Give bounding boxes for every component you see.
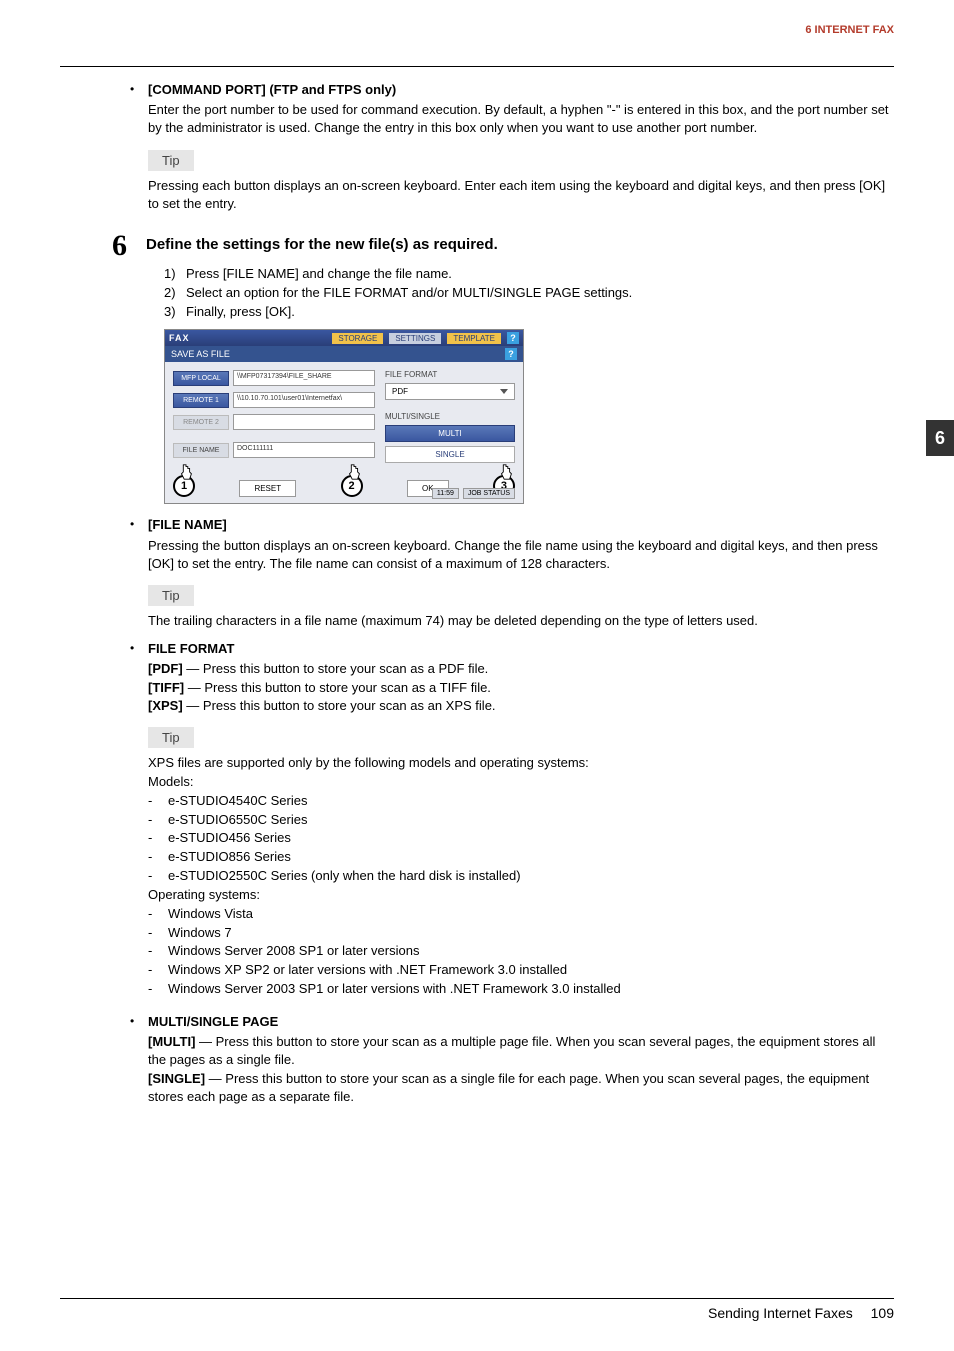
tiff-label: [TIFF] <box>148 680 184 695</box>
chevron-down-icon <box>500 389 508 394</box>
dash: - <box>148 961 164 980</box>
multi-body: — Press this button to store your scan a… <box>148 1034 875 1067</box>
tip3-os-label: Operating systems: <box>148 886 894 905</box>
remote1-button[interactable]: REMOTE 1 <box>173 393 229 408</box>
substep-3: Finally, press [OK]. <box>186 303 295 322</box>
pdf-body: — Press this button to store your scan a… <box>183 661 489 676</box>
time-display: 11:59 <box>432 488 459 499</box>
multi-single-title: MULTI/SINGLE PAGE <box>148 1014 278 1029</box>
command-port-title: [COMMAND PORT] (FTP and FTPS only) <box>148 82 396 97</box>
hand-pointer-icon <box>497 463 515 481</box>
fax-title: FAX <box>169 333 190 343</box>
dash: - <box>148 811 164 830</box>
remote1-path[interactable]: \\10.10.70.101\user01\Internetfax\ <box>233 392 375 408</box>
template-tab[interactable]: TEMPLATE <box>447 333 501 344</box>
callout-2: 2 <box>341 475 363 497</box>
footer-page-number: 109 <box>871 1305 894 1321</box>
os-item: Windows Server 2008 SP1 or later version… <box>164 942 419 961</box>
step6-title: Define the settings for the new file(s) … <box>146 231 498 255</box>
embedded-screenshot: FAX STORAGE SETTINGS TEMPLATE ? SAVE AS … <box>164 329 894 504</box>
file-name-body: Pressing the button displays an on-scree… <box>148 537 894 573</box>
file-name-field[interactable]: DOC111111 <box>233 442 375 458</box>
tip2-body: The trailing characters in a file name (… <box>148 612 894 630</box>
page-footer: Sending Internet Faxes 109 <box>60 1298 894 1321</box>
single-label: [SINGLE] <box>148 1071 205 1086</box>
dash: - <box>148 924 164 943</box>
help-icon[interactable]: ? <box>505 348 517 360</box>
mfp-local-button[interactable]: MFP LOCAL <box>173 371 229 386</box>
multi-label: [MULTI] <box>148 1034 195 1049</box>
tiff-body: — Press this button to store your scan a… <box>184 680 491 695</box>
header-section: 6 INTERNET FAX <box>60 20 894 66</box>
file-name-button[interactable]: FILE NAME <box>173 443 229 458</box>
substep-num: 1) <box>164 265 186 284</box>
storage-tab[interactable]: STORAGE <box>332 333 383 344</box>
save-as-file-subtitle: SAVE AS FILE <box>171 349 230 359</box>
substep-num: 2) <box>164 284 186 303</box>
bullet-dot: • <box>130 640 148 657</box>
dash: - <box>148 905 164 924</box>
xps-label: [XPS] <box>148 698 183 713</box>
single-button[interactable]: SINGLE <box>385 446 515 463</box>
os-item: Windows 7 <box>164 924 232 943</box>
step-number-6: 6 <box>112 231 146 261</box>
os-item: Windows Vista <box>164 905 253 924</box>
hand-pointer-icon <box>345 463 363 481</box>
model-item: e-STUDIO456 Series <box>164 829 291 848</box>
callout-1: 1 <box>173 475 195 497</box>
os-item: Windows Server 2003 SP1 or later version… <box>164 980 621 999</box>
dash: - <box>148 942 164 961</box>
reset-button[interactable]: RESET <box>239 480 296 497</box>
multi-button[interactable]: MULTI <box>385 425 515 442</box>
bullet-dot: • <box>130 516 148 533</box>
dash: - <box>148 792 164 811</box>
model-item: e-STUDIO856 Series <box>164 848 291 867</box>
remote2-button[interactable]: REMOTE 2 <box>173 415 229 430</box>
tip-label: Tip <box>148 585 194 606</box>
xps-body: — Press this button to store your scan a… <box>183 698 496 713</box>
top-rule <box>60 66 894 67</box>
dash: - <box>148 867 164 886</box>
hand-pointer-icon <box>177 463 195 481</box>
dash: - <box>148 848 164 867</box>
chapter-side-tab: 6 <box>926 420 954 456</box>
bullet-dot: • <box>130 1013 148 1030</box>
bullet-dot: • <box>130 81 148 98</box>
tip3-line1: XPS files are supported only by the foll… <box>148 754 894 773</box>
file-format-select[interactable]: PDF <box>385 383 515 400</box>
model-item: e-STUDIO2550C Series (only when the hard… <box>164 867 521 886</box>
tip-label: Tip <box>148 727 194 748</box>
help-icon[interactable]: ? <box>507 332 519 344</box>
dash: - <box>148 829 164 848</box>
model-item: e-STUDIO4540C Series <box>164 792 307 811</box>
mfp-local-path[interactable]: \\MFP07317394\FILE_SHARE <box>233 370 375 386</box>
model-item: e-STUDIO6550C Series <box>164 811 307 830</box>
substep-num: 3) <box>164 303 186 322</box>
tip1-body: Pressing each button displays an on-scre… <box>148 177 894 213</box>
single-body: — Press this button to store your scan a… <box>148 1071 869 1104</box>
file-format-value: PDF <box>392 387 408 396</box>
file-format-title: FILE FORMAT <box>148 641 234 656</box>
remote2-path[interactable] <box>233 414 375 430</box>
pdf-label: [PDF] <box>148 661 183 676</box>
command-port-body: Enter the port number to be used for com… <box>148 101 894 137</box>
dash: - <box>148 980 164 999</box>
tip-label: Tip <box>148 150 194 171</box>
substep-2: Select an option for the FILE FORMAT and… <box>186 284 632 303</box>
file-name-title: [FILE NAME] <box>148 517 227 532</box>
footer-title: Sending Internet Faxes <box>708 1305 853 1321</box>
settings-tab[interactable]: SETTINGS <box>389 333 441 344</box>
os-item: Windows XP SP2 or later versions with .N… <box>164 961 567 980</box>
tip3-models-label: Models: <box>148 773 894 792</box>
file-format-label: FILE FORMAT <box>385 370 515 379</box>
multi-single-label: MULTI/SINGLE <box>385 412 515 421</box>
job-status-chip[interactable]: JOB STATUS <box>463 488 515 499</box>
substep-1: Press [FILE NAME] and change the file na… <box>186 265 452 284</box>
